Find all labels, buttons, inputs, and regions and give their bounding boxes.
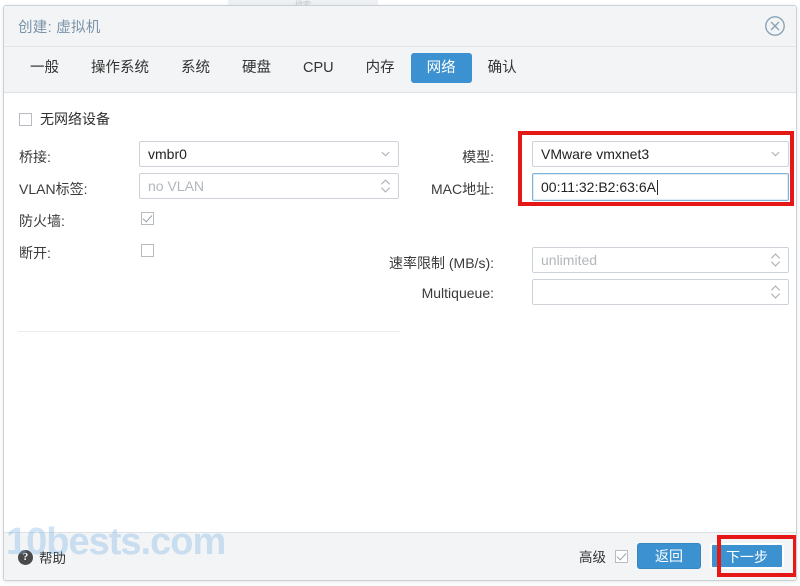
help-label: 帮助 <box>39 551 66 566</box>
model-label: 模型: <box>462 149 494 165</box>
firewall-label: 防火墙: <box>19 213 65 229</box>
rate-limit-input[interactable]: unlimited <box>532 247 789 273</box>
close-icon[interactable] <box>764 15 786 37</box>
tab-os[interactable]: 操作系统 <box>75 53 165 83</box>
advanced-label: 高级 <box>579 550 606 565</box>
wizard-tabbar: 一般 操作系统 系统 硬盘 CPU 内存 网络 确认 <box>4 47 796 93</box>
mac-address-input[interactable]: 00:11:32:B2:63:6A <box>532 173 789 201</box>
disconnect-checkbox[interactable] <box>141 244 154 257</box>
firewall-checkbox[interactable] <box>141 212 154 225</box>
tab-system[interactable]: 系统 <box>165 53 226 83</box>
disconnect-label: 断开: <box>19 245 51 261</box>
no-network-device-row[interactable]: 无网络设备 <box>19 109 110 129</box>
back-button[interactable]: 返回 <box>637 543 701 569</box>
multiqueue-input[interactable] <box>532 279 789 305</box>
spinner-arrows-icon[interactable] <box>770 252 781 268</box>
advanced-checkbox[interactable] <box>615 549 628 563</box>
tab-cpu[interactable]: CPU <box>287 53 350 83</box>
text-cursor <box>656 179 658 195</box>
model-value: VMware vmxnet3 <box>541 146 650 162</box>
tab-disk[interactable]: 硬盘 <box>226 53 287 83</box>
create-vm-dialog: 创建: 虚拟机 一般 操作系统 系统 硬盘 CPU 内存 网络 确认 无网络设备 <box>3 5 797 581</box>
model-select[interactable]: VMware vmxnet3 <box>532 141 789 167</box>
tab-network[interactable]: 网络 <box>410 53 472 83</box>
rate-limit-label: 速率限制 (MB/s): <box>389 255 494 271</box>
dialog-footer: ? 帮助 高级 返回 下一步 <box>4 532 796 580</box>
tab-memory[interactable]: 内存 <box>350 53 411 83</box>
wizard-tabs: 一般 操作系统 系统 硬盘 CPU 内存 网络 确认 <box>14 53 533 83</box>
dialog-title: 创建: 虚拟机 <box>18 20 101 36</box>
vlan-tag-input[interactable]: no VLAN <box>139 173 399 199</box>
spinner-arrows-icon[interactable] <box>770 284 781 300</box>
help-link[interactable]: ? 帮助 <box>18 547 66 567</box>
dialog-body: 无网络设备 桥接: vmbr0 VLAN标签: no VLAN 防火墙: 断开:… <box>4 93 796 535</box>
next-button[interactable]: 下一步 <box>710 543 784 569</box>
dialog-titlebar: 创建: 虚拟机 <box>4 6 796 47</box>
chevron-down-icon <box>771 151 780 157</box>
no-network-device-checkbox[interactable] <box>19 112 32 126</box>
multiqueue-label: Multiqueue: <box>421 285 494 301</box>
no-network-device-label: 无网络设备 <box>40 111 110 127</box>
vlan-tag-value: no VLAN <box>148 178 205 194</box>
tab-confirm[interactable]: 确认 <box>472 53 533 83</box>
rate-limit-value: unlimited <box>541 252 598 268</box>
bridge-label: 桥接: <box>19 149 51 165</box>
mac-address-value: 00:11:32:B2:63:6A <box>541 179 656 195</box>
tab-general[interactable]: 一般 <box>14 53 75 83</box>
section-divider <box>18 331 400 332</box>
bridge-select[interactable]: vmbr0 <box>139 141 399 167</box>
question-mark-icon: ? <box>18 549 33 565</box>
bridge-value: vmbr0 <box>148 146 187 162</box>
footer-actions: 高级 返回 下一步 <box>579 543 784 569</box>
mac-address-label: MAC地址: <box>431 181 494 197</box>
vlan-tag-label: VLAN标签: <box>19 181 88 197</box>
